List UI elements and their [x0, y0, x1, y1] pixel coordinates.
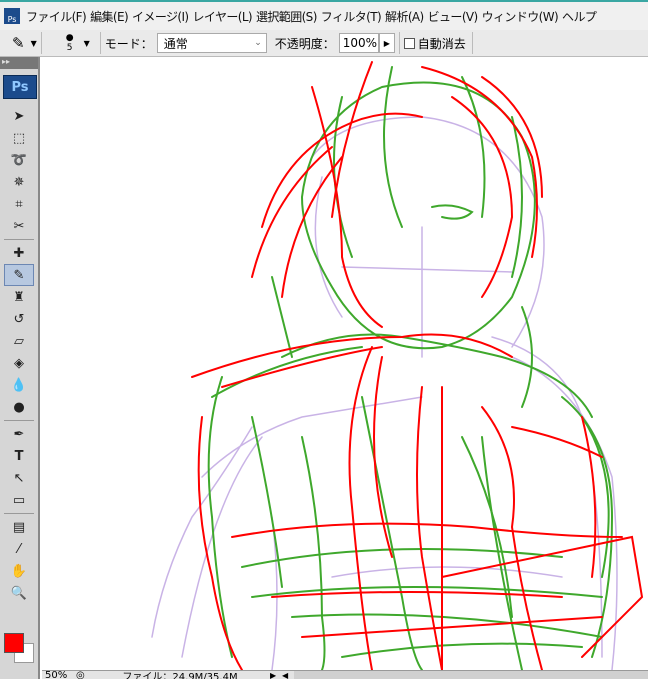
brush-dot-icon: ● — [65, 33, 74, 43]
blur-tool-icon[interactable]: 💧 — [0, 374, 38, 396]
eraser-tool-icon[interactable]: ▱ — [0, 330, 38, 352]
menu-filter[interactable]: フィルタ(T) — [319, 8, 383, 25]
menu-select[interactable]: 選択範囲(S) — [254, 8, 319, 25]
document-canvas[interactable] — [42, 57, 648, 670]
mode-select[interactable]: 通常 ⌄ — [156, 33, 267, 53]
menu-edit[interactable]: 編集(E) — [88, 8, 130, 25]
red-sketch-layer — [191, 61, 644, 670]
chevron-down-icon[interactable]: ▼ — [31, 39, 37, 48]
move-tool-icon[interactable]: ➤ — [0, 105, 38, 127]
auto-erase-label: 自動消去 — [417, 36, 466, 51]
ps-logo[interactable]: Ps — [3, 75, 37, 99]
type-tool-icon[interactable]: T — [0, 445, 38, 467]
menu-file[interactable]: ファイル(F) — [24, 8, 88, 25]
menu-bar: Ps ファイル(F) 編集(E) イメージ(I) レイヤー(L) 選択範囲(S)… — [0, 0, 648, 30]
slice-tool-icon[interactable]: ✂ — [0, 215, 38, 237]
marquee-tool-icon[interactable]: ⬚ — [0, 127, 38, 149]
menu-window[interactable]: ウィンドウ(W) — [480, 8, 560, 25]
play-arrow-icon: ▶ — [383, 38, 390, 48]
menu-analysis[interactable]: 解析(A) — [383, 8, 426, 25]
crop-tool-icon[interactable]: ⌗ — [0, 193, 38, 215]
menu-image[interactable]: イメージ(I) — [130, 8, 190, 25]
options-bar: ✎ ▼ ● 5 ▼ モード： 通常 ⌄ 不透明度： 100% ▶ 自動消去 — [0, 30, 648, 57]
sketch-drawing — [151, 61, 644, 670]
opacity-slider-button[interactable]: ▶ — [378, 33, 395, 53]
lasso-tool-icon[interactable]: ➰ — [0, 149, 38, 171]
healing-brush-tool-icon[interactable]: ✚ — [0, 242, 38, 264]
zoom-tool-icon[interactable]: 🔍 — [0, 582, 38, 604]
foreground-color-swatch[interactable] — [4, 633, 24, 653]
hand-tool-icon[interactable]: ✋ — [0, 560, 38, 582]
status-arrow-icon[interactable]: ▶ — [270, 671, 282, 679]
toolbox: ▸▸ Ps ➤ ⬚ ➰ ✵ ⌗ ✂ ✚ ✎ ♜ ↺ ▱ ◈ 💧 ● ✒ T ↖ … — [0, 57, 40, 679]
brush-picker[interactable]: ● 5 — [66, 33, 74, 53]
path-selection-tool-icon[interactable]: ↖ — [0, 467, 38, 489]
menu-help[interactable]: ヘルプ — [560, 8, 598, 25]
mode-value: 通常 — [163, 36, 188, 51]
clone-stamp-tool-icon[interactable]: ♜ — [0, 286, 38, 308]
eyedropper-tool-icon[interactable]: ⁄ — [0, 538, 38, 560]
scroll-left-icon[interactable]: ◀ — [282, 671, 294, 679]
pencil-tool-icon[interactable]: ✎ — [4, 264, 34, 286]
chevron-down-icon: ⌄ — [254, 38, 262, 48]
photoshop-app-icon[interactable]: Ps — [4, 8, 20, 24]
history-brush-tool-icon[interactable]: ↺ — [0, 308, 38, 330]
notes-tool-icon[interactable]: ▤ — [0, 516, 38, 538]
opacity-label: 不透明度： — [274, 36, 335, 51]
status-menu-icon[interactable]: ◎ — [76, 671, 90, 679]
zoom-level[interactable]: 50% — [42, 671, 76, 679]
opacity-value: 100% — [342, 36, 378, 50]
chevron-down-icon[interactable]: ▼ — [84, 39, 90, 48]
status-bar: 50% ◎ ファイル：24.9M/35.4M ▶ ◀ — [42, 670, 648, 679]
menu-view[interactable]: ビュー(V) — [426, 8, 480, 25]
horizontal-scrollbar[interactable] — [294, 671, 648, 679]
shape-tool-icon[interactable]: ▭ — [0, 489, 38, 511]
paint-bucket-tool-icon[interactable]: ◈ — [0, 352, 38, 374]
brush-size: 5 — [66, 43, 73, 53]
dodge-tool-icon[interactable]: ● — [0, 396, 38, 418]
toolbox-collapse-handle[interactable]: ▸▸ — [0, 57, 38, 69]
magic-wand-tool-icon[interactable]: ✵ — [0, 171, 38, 193]
opacity-input[interactable]: 100% — [338, 33, 379, 53]
pen-tool-icon[interactable]: ✒ — [0, 423, 38, 445]
mode-label: モード： — [104, 36, 153, 51]
file-info: ファイル：24.9M/35.4M — [122, 671, 238, 679]
menu-layer[interactable]: レイヤー(L) — [191, 8, 255, 25]
pencil-tool-preset-icon[interactable]: ✎ — [12, 34, 25, 52]
auto-erase-checkbox[interactable] — [403, 37, 415, 49]
